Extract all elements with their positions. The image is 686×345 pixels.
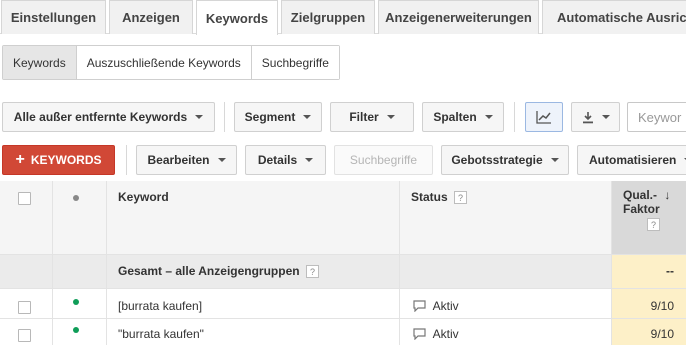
add-keywords-label: KEYWORDS — [30, 153, 102, 167]
row-keyword[interactable]: [burrata kaufen] — [118, 299, 202, 313]
tab-zielgruppen[interactable]: Zielgruppen — [281, 0, 375, 34]
columns-label: Spalten — [433, 110, 477, 124]
table-row: [burrata kaufen] Aktiv 9/10 — [0, 289, 686, 319]
automate-dropdown[interactable]: Automatisieren — [577, 145, 686, 175]
chevron-down-icon — [305, 158, 314, 162]
header-quality-line1: Qual.- ↓ — [623, 188, 671, 202]
plus-icon: + — [15, 151, 25, 168]
filter-label: Filter — [349, 110, 379, 124]
tab-bar: Einstellungen Anzeigen Keywords Zielgrup… — [0, 0, 686, 35]
chevron-down-icon — [550, 158, 559, 162]
toolbar-divider — [224, 102, 225, 132]
chevron-down-icon — [386, 115, 395, 119]
details-label: Details — [257, 153, 298, 167]
chevron-down-icon — [303, 115, 312, 119]
speech-bubble-icon[interactable] — [413, 300, 426, 313]
summary-quality-cell: -- — [612, 255, 686, 288]
header-status-dot-cell — [53, 181, 107, 254]
header-status[interactable]: Status ? — [400, 181, 612, 254]
toolbar-divider — [514, 102, 515, 132]
header-keyword-label: Keyword — [118, 190, 169, 204]
row-quality: 9/10 — [650, 299, 674, 313]
download-icon — [582, 111, 593, 123]
chevron-down-icon — [195, 115, 204, 119]
summary-label: Gesamt – alle Anzeigengruppen — [118, 264, 300, 278]
subtab-negative-keywords[interactable]: Auszuschließende Keywords — [76, 46, 252, 79]
details-dropdown[interactable]: Details — [245, 145, 326, 175]
row-quality-cell: 9/10 — [612, 319, 686, 345]
row-checkbox[interactable] — [18, 329, 31, 342]
tab-keywords[interactable]: Keywords — [196, 0, 278, 35]
filter-view-label: Alle außer entfernte Keywords — [13, 110, 188, 124]
keywords-table: Keyword Status ? Qual.- ↓ Faktor ? Gesam… — [0, 181, 686, 345]
row-status: Aktiv — [432, 299, 459, 313]
tab-anzeigen[interactable]: Anzeigen — [109, 0, 193, 34]
row-keyword-cell[interactable]: [burrata kaufen] — [107, 289, 400, 318]
table-header-row: Keyword Status ? Qual.- ↓ Faktor ? — [0, 181, 686, 255]
bid-strategy-label: Gebotsstrategie — [451, 153, 543, 167]
status-enabled-icon — [73, 327, 79, 333]
chevron-down-icon — [484, 115, 493, 119]
header-keyword[interactable]: Keyword — [107, 181, 400, 254]
help-icon[interactable]: ? — [305, 265, 319, 279]
summary-checkbox-cell — [0, 255, 53, 288]
row-status-cell: Aktiv — [400, 319, 612, 345]
columns-dropdown[interactable]: Spalten — [422, 102, 504, 132]
row-quality-cell: 9/10 — [612, 289, 686, 318]
header-status-label: Status — [411, 190, 448, 204]
summary-quality-value: -- — [666, 264, 674, 278]
help-icon[interactable]: ? — [647, 218, 660, 232]
chevron-down-icon — [217, 158, 226, 162]
add-keywords-button[interactable]: + KEYWORDS — [2, 145, 115, 175]
row-checkbox-cell — [0, 289, 53, 318]
toolbar-divider — [126, 145, 127, 175]
row-status-dot-cell — [53, 319, 107, 345]
filter-dropdown[interactable]: Filter — [330, 102, 414, 132]
edit-dropdown[interactable]: Bearbeiten — [136, 145, 237, 175]
header-quality-line2: Faktor — [623, 202, 660, 216]
subtab-keywords[interactable]: Keywords — [3, 46, 77, 79]
download-dropdown[interactable] — [571, 102, 620, 132]
chevron-down-icon — [601, 115, 610, 119]
row-keyword[interactable]: "burrata kaufen" — [118, 327, 204, 341]
help-icon[interactable]: ? — [454, 191, 468, 205]
row-status-dot-cell — [53, 289, 107, 318]
select-all-checkbox[interactable] — [18, 192, 31, 205]
row-checkbox-cell — [0, 319, 53, 345]
sort-down-icon: ↓ — [664, 188, 671, 202]
row-checkbox[interactable] — [18, 301, 31, 314]
row-status-cell: Aktiv — [400, 289, 612, 318]
tab-automatische-ausrichtung[interactable]: Automatische Ausricht — [542, 0, 686, 34]
summary-label-cell: Gesamt – alle Anzeigengruppen ? — [107, 255, 400, 288]
row-status: Aktiv — [432, 327, 459, 341]
summary-row: Gesamt – alle Anzeigengruppen ? -- — [0, 255, 686, 289]
header-checkbox-cell — [0, 181, 53, 254]
automate-label: Automatisieren — [589, 153, 677, 167]
summary-status-cell — [400, 255, 612, 288]
tab-anzeigenerweiterungen[interactable]: Anzeigenerweiterungen — [378, 0, 539, 34]
row-keyword-cell[interactable]: "burrata kaufen" — [107, 319, 400, 345]
row-quality: 9/10 — [650, 327, 674, 341]
status-dot-icon — [73, 195, 79, 201]
filter-view-dropdown[interactable]: Alle außer entfernte Keywords — [2, 102, 215, 132]
subtab-search-terms[interactable]: Suchbegriffe — [251, 46, 339, 79]
chart-toggle-button[interactable] — [525, 102, 563, 132]
keyword-search-input[interactable]: Keywor — [627, 102, 686, 132]
table-row: "burrata kaufen" Aktiv 9/10 — [0, 319, 686, 345]
segment-label: Segment — [244, 110, 296, 124]
header-quality-score[interactable]: Qual.- ↓ Faktor ? — [612, 181, 686, 254]
line-chart-icon — [536, 111, 551, 124]
edit-label: Bearbeiten — [147, 153, 210, 167]
speech-bubble-icon[interactable] — [413, 328, 426, 341]
status-enabled-icon — [73, 299, 79, 305]
summary-dot-cell — [53, 255, 107, 288]
tab-einstellungen[interactable]: Einstellungen — [1, 0, 106, 34]
bid-strategy-dropdown[interactable]: Gebotsstrategie — [441, 145, 569, 175]
segment-dropdown[interactable]: Segment — [234, 102, 322, 132]
search-terms-button[interactable]: Suchbegriffe — [334, 145, 433, 175]
subtab-group: Keywords Auszuschließende Keywords Suchb… — [2, 45, 340, 80]
